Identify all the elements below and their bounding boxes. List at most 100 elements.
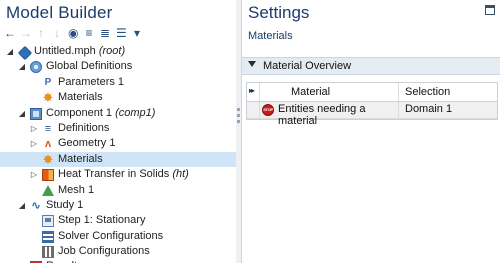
move-down-icon: ↓ (54, 26, 60, 40)
tree-item-mesh-1[interactable]: Mesh 1 (0, 183, 236, 198)
study-icon: ∿ (31, 199, 41, 212)
tree-item-text: Geometry 1 (58, 137, 116, 150)
tree-item-geometry-1[interactable]: ▷ ʌ Geometry 1 (0, 136, 236, 151)
model-icon (17, 45, 33, 61)
tree-item-label: Solver Configurations (58, 229, 163, 244)
tree-item-tag: (ht) (169, 168, 189, 181)
list-icon[interactable]: ☰ (116, 27, 127, 39)
settings-panel: Settings Materials Material Overview ▸▸ … (242, 0, 500, 263)
tree-item-text: Step 1: Stationary (58, 214, 146, 227)
stop-icon: STOP (262, 104, 274, 116)
tree-item-label: Global Definitions (46, 59, 132, 74)
tree-item-label: Untitled.mph (root) (34, 44, 125, 59)
tree-item-tag: (root) (95, 45, 126, 57)
section-label: Material Overview (263, 60, 352, 72)
collapse-all-icon[interactable]: ≡ (84, 27, 94, 39)
geometry-icon: ʌ (44, 138, 52, 151)
header-material-cell[interactable]: Material (260, 83, 399, 101)
expand-toggle-icon[interactable]: ▷ (30, 167, 38, 182)
expand-toggle-icon[interactable]: ▷ (30, 136, 38, 151)
tree-item-text: Component 1 (46, 106, 113, 119)
arrow-right-icon: → (20, 26, 32, 40)
tree-item-label: Study 1 (46, 198, 83, 213)
material-overview-table: ▸▸ Material Selection STOP Entities need… (246, 82, 498, 127)
tree-item-text: Study 1 (46, 198, 84, 211)
maximize-icon[interactable] (485, 5, 495, 15)
model-tree: ◢ Untitled.mph (root) ◢ Global Definitions P… (0, 44, 236, 263)
section-collapse-icon[interactable] (248, 61, 256, 67)
expand-all-icon[interactable]: ≣ (100, 27, 110, 39)
solver-configurations-icon (42, 230, 54, 243)
collapse-toggle-icon[interactable]: ◢ (18, 106, 26, 121)
column-header-material: Material (291, 86, 331, 98)
tree-item-materials[interactable]: ✸ Materials (0, 151, 236, 168)
material-value: Entities needing a material (278, 103, 366, 127)
component-icon (30, 107, 42, 120)
study-step-icon (42, 215, 54, 228)
splitter-grip (237, 108, 240, 111)
tree-item-label: Materials (58, 152, 103, 167)
tree-item-component-1[interactable]: ◢ Component 1 (comp1) (0, 106, 236, 121)
parameters-icon: P (44, 76, 52, 88)
dropdown-icon[interactable]: ▾ (132, 27, 142, 39)
tree-item-text: Materials (58, 91, 103, 104)
header-marker-cell: ▸▸ (247, 83, 260, 101)
settings-title: Settings (248, 3, 310, 22)
table-header: ▸▸ Material Selection (247, 83, 497, 102)
column-header-selection: Selection (405, 86, 451, 98)
tree-item-label: Heat Transfer in Solids (ht) (58, 167, 189, 182)
splitter-grip (237, 120, 240, 123)
collapse-toggle-icon[interactable]: ◢ (6, 44, 14, 59)
tree-item-global-definitions[interactable]: ◢ Global Definitions (0, 59, 236, 74)
tree-item-text: Heat Transfer in Solids (58, 168, 170, 181)
global-definitions-icon (30, 61, 42, 74)
tree-item-materials[interactable]: ✸ Materials (0, 90, 236, 105)
row-marker-cell (247, 102, 260, 118)
tree-item-text: Materials (58, 152, 103, 165)
materials-icon: ✸ (42, 151, 54, 167)
tree-item-label: Component 1 (comp1) (46, 106, 155, 121)
splitter-grip (237, 114, 240, 117)
tree-item-study-1[interactable]: ◢ ∿ Study 1 (0, 198, 236, 213)
header-marker-icon: ▸▸ (249, 86, 255, 95)
collapse-toggle-icon[interactable]: ◢ (18, 198, 26, 213)
selection-value: Domain 1 (405, 103, 453, 115)
header-selection-cell[interactable]: Selection (399, 83, 497, 101)
expand-toggle-icon[interactable]: ▷ (30, 121, 38, 136)
settings-subtitle: Materials (248, 30, 293, 42)
tree-item-text: Untitled.mph (34, 45, 96, 57)
tree-item-parameters-1[interactable]: P Parameters 1 (0, 75, 236, 90)
model-builder-toolbar: ← → ↑ ↓ ◉ ≡ ≣ ☰ ▾ (4, 26, 142, 40)
tree-item-step-1-stationary[interactable]: Step 1: Stationary (0, 213, 236, 228)
tree-item-text: Global Definitions (46, 60, 133, 73)
tree-item-text: Definitions (58, 121, 110, 134)
material-cell[interactable]: STOP Entities needing a material (260, 102, 399, 127)
arrow-left-icon[interactable]: ← (4, 27, 16, 39)
tree-item-tag: (comp1) (112, 106, 156, 119)
tree-item-label: Mesh 1 (58, 183, 94, 198)
tree-item-label: Geometry 1 (58, 136, 115, 151)
tree-item-label: Step 1: Stationary (58, 213, 145, 228)
tree-item-label: Parameters 1 (58, 75, 124, 90)
model-builder-panel: Model Builder ← → ↑ ↓ ◉ ≡ ≣ ☰ ▾ ◢ Untitled.mph (r… (0, 0, 237, 263)
model-builder-title: Model Builder (6, 3, 113, 22)
tree-item-label: Materials (58, 90, 103, 105)
tree-item-untitled-mph[interactable]: ◢ Untitled.mph (root) (0, 44, 236, 61)
expand-toggle-icon[interactable]: ▷ (18, 259, 26, 263)
show-icon[interactable]: ◉ (68, 27, 78, 39)
move-up-icon: ↑ (38, 26, 44, 40)
tree-item-text: Parameters 1 (58, 75, 125, 88)
collapse-toggle-icon[interactable]: ◢ (18, 59, 26, 74)
tree-item-solver-configurations[interactable]: Solver Configurations (0, 229, 236, 244)
material-overview-section-header[interactable]: Material Overview (242, 57, 500, 75)
tree-item-definitions[interactable]: ▷ ≡ Definitions (0, 121, 236, 136)
selection-cell[interactable]: Domain 1 (399, 102, 497, 118)
tree-item-label: Results (46, 259, 83, 263)
tree-item-job-configurations[interactable]: Job Configurations (0, 244, 236, 259)
tree-item-results[interactable]: ▷ Results (0, 259, 236, 263)
definitions-icon: ≡ (44, 122, 52, 135)
table-row[interactable]: STOP Entities needing a material Domain … (247, 102, 497, 127)
tree-item-label: Definitions (58, 121, 109, 136)
tree-item-heat-transfer-in-solids[interactable]: ▷ Heat Transfer in Solids (ht) (0, 167, 236, 182)
mesh-icon (42, 184, 54, 196)
